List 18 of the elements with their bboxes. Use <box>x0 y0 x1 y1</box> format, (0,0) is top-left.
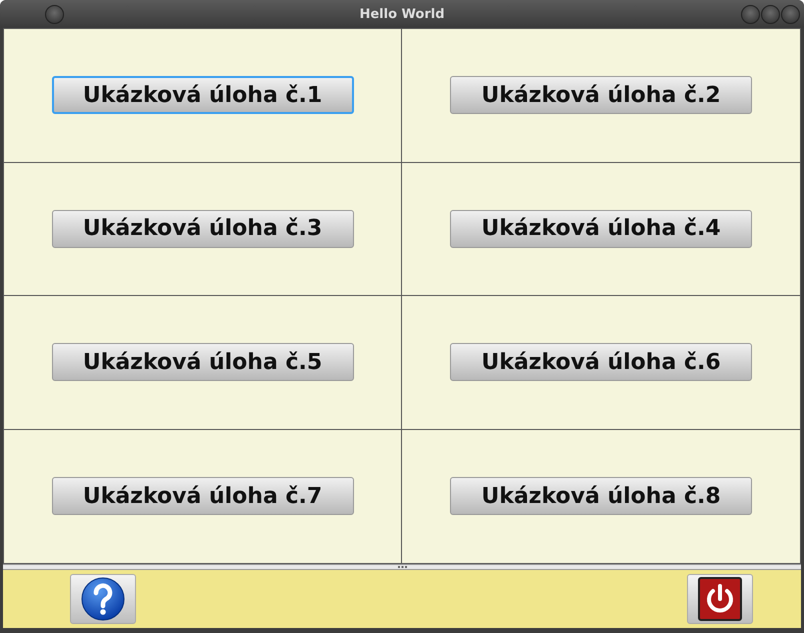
maximize-icon[interactable] <box>760 4 780 24</box>
power-icon <box>698 577 742 621</box>
minimize-icon[interactable] <box>740 4 760 24</box>
task-button[interactable]: Ukázková úloha č.5 <box>52 343 354 382</box>
help-icon <box>81 577 125 621</box>
task-button[interactable]: Ukázková úloha č.8 <box>450 477 752 516</box>
splitter-handle[interactable] <box>3 564 801 570</box>
task-button[interactable]: Ukázková úloha č.7 <box>52 477 354 516</box>
task-button[interactable]: Ukázková úloha č.6 <box>450 343 752 382</box>
power-button[interactable] <box>687 574 753 624</box>
task-button[interactable]: Ukázková úloha č.1 <box>52 76 354 114</box>
help-button[interactable] <box>70 574 136 624</box>
task-button[interactable]: Ukázková úloha č.4 <box>450 210 752 248</box>
window-title: Hello World <box>359 6 445 22</box>
close-icon[interactable] <box>780 4 800 24</box>
task-button[interactable]: Ukázková úloha č.2 <box>450 76 752 114</box>
task-button[interactable]: Ukázková úloha č.3 <box>52 210 354 248</box>
window-menu-icon[interactable] <box>45 4 64 24</box>
